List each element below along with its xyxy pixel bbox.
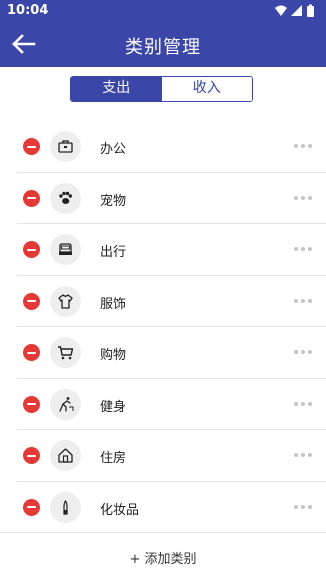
delete-icon[interactable] [23,292,40,310]
drag-handle-icon[interactable] [294,247,312,251]
category-row[interactable]: 宠物 [17,173,326,224]
category-row[interactable]: 住房 [17,430,326,482]
drag-handle-icon[interactable] [294,195,312,200]
house-icon [58,448,73,463]
category-icon-badge [50,131,81,162]
delete-icon[interactable] [23,189,40,207]
drag-handle-icon[interactable] [294,298,312,303]
add-category-button[interactable]: + 添加类别 [0,548,326,567]
category-label: 健身 [100,399,127,415]
paw-icon [59,191,72,204]
delete-icon[interactable] [23,241,40,258]
category-row[interactable]: 健身 [17,379,326,430]
category-label: 办公 [100,142,127,157]
delete-icon[interactable] [23,344,40,361]
category-icon-badge [50,440,81,471]
category-icon-badge [50,234,81,265]
category-icon-badge [50,388,81,420]
drag-handle-icon[interactable] [294,401,312,406]
footer-divider [0,532,326,533]
system-status-icons [275,4,314,17]
category-label: 住房 [100,451,127,466]
cart-icon [58,346,74,360]
delete-icon[interactable] [23,447,40,464]
page-title: 类别管理 [125,37,201,58]
category-list: 办公 宠物 出行 服饰 购物 健身 住房 化妆品 [17,121,326,533]
delete-icon[interactable] [23,138,40,155]
category-icon-badge [50,337,81,368]
category-label: 服饰 [100,296,127,312]
status-time: 10:04 [7,3,49,18]
signal-icon [291,5,302,16]
tab-income[interactable]: 收入 [161,77,252,101]
briefcase-icon [58,140,73,153]
tab-expense[interactable]: 支出 [71,77,162,101]
cosmetics-icon [63,499,68,515]
category-row[interactable]: 出行 [17,224,326,276]
fitness-icon [59,396,74,412]
category-row[interactable]: 购物 [17,327,326,379]
drag-handle-icon[interactable] [294,144,312,148]
category-label: 宠物 [100,193,127,209]
category-row[interactable]: 办公 [17,121,326,173]
category-label: 化妆品 [100,502,140,518]
status-bar: 10:04 [0,0,326,22]
drag-handle-icon[interactable] [294,504,312,509]
category-row[interactable]: 服饰 [17,276,326,327]
shirt-icon [58,293,73,309]
category-icon-badge [50,491,81,523]
category-icon-badge [50,182,81,214]
app-bar: 类别管理 [0,22,326,67]
delete-icon[interactable] [23,498,40,516]
delete-icon[interactable] [23,395,40,413]
category-icon-badge [50,285,81,317]
wifi-icon [275,5,287,16]
battery-icon [307,6,314,17]
drag-handle-icon[interactable] [294,453,312,457]
category-label: 出行 [100,245,127,260]
car-icon [59,243,72,255]
category-label: 购物 [100,348,127,363]
category-row[interactable]: 化妆品 [17,482,326,533]
type-segmented-control: 支出 收入 [70,76,253,102]
drag-handle-icon[interactable] [294,350,312,354]
